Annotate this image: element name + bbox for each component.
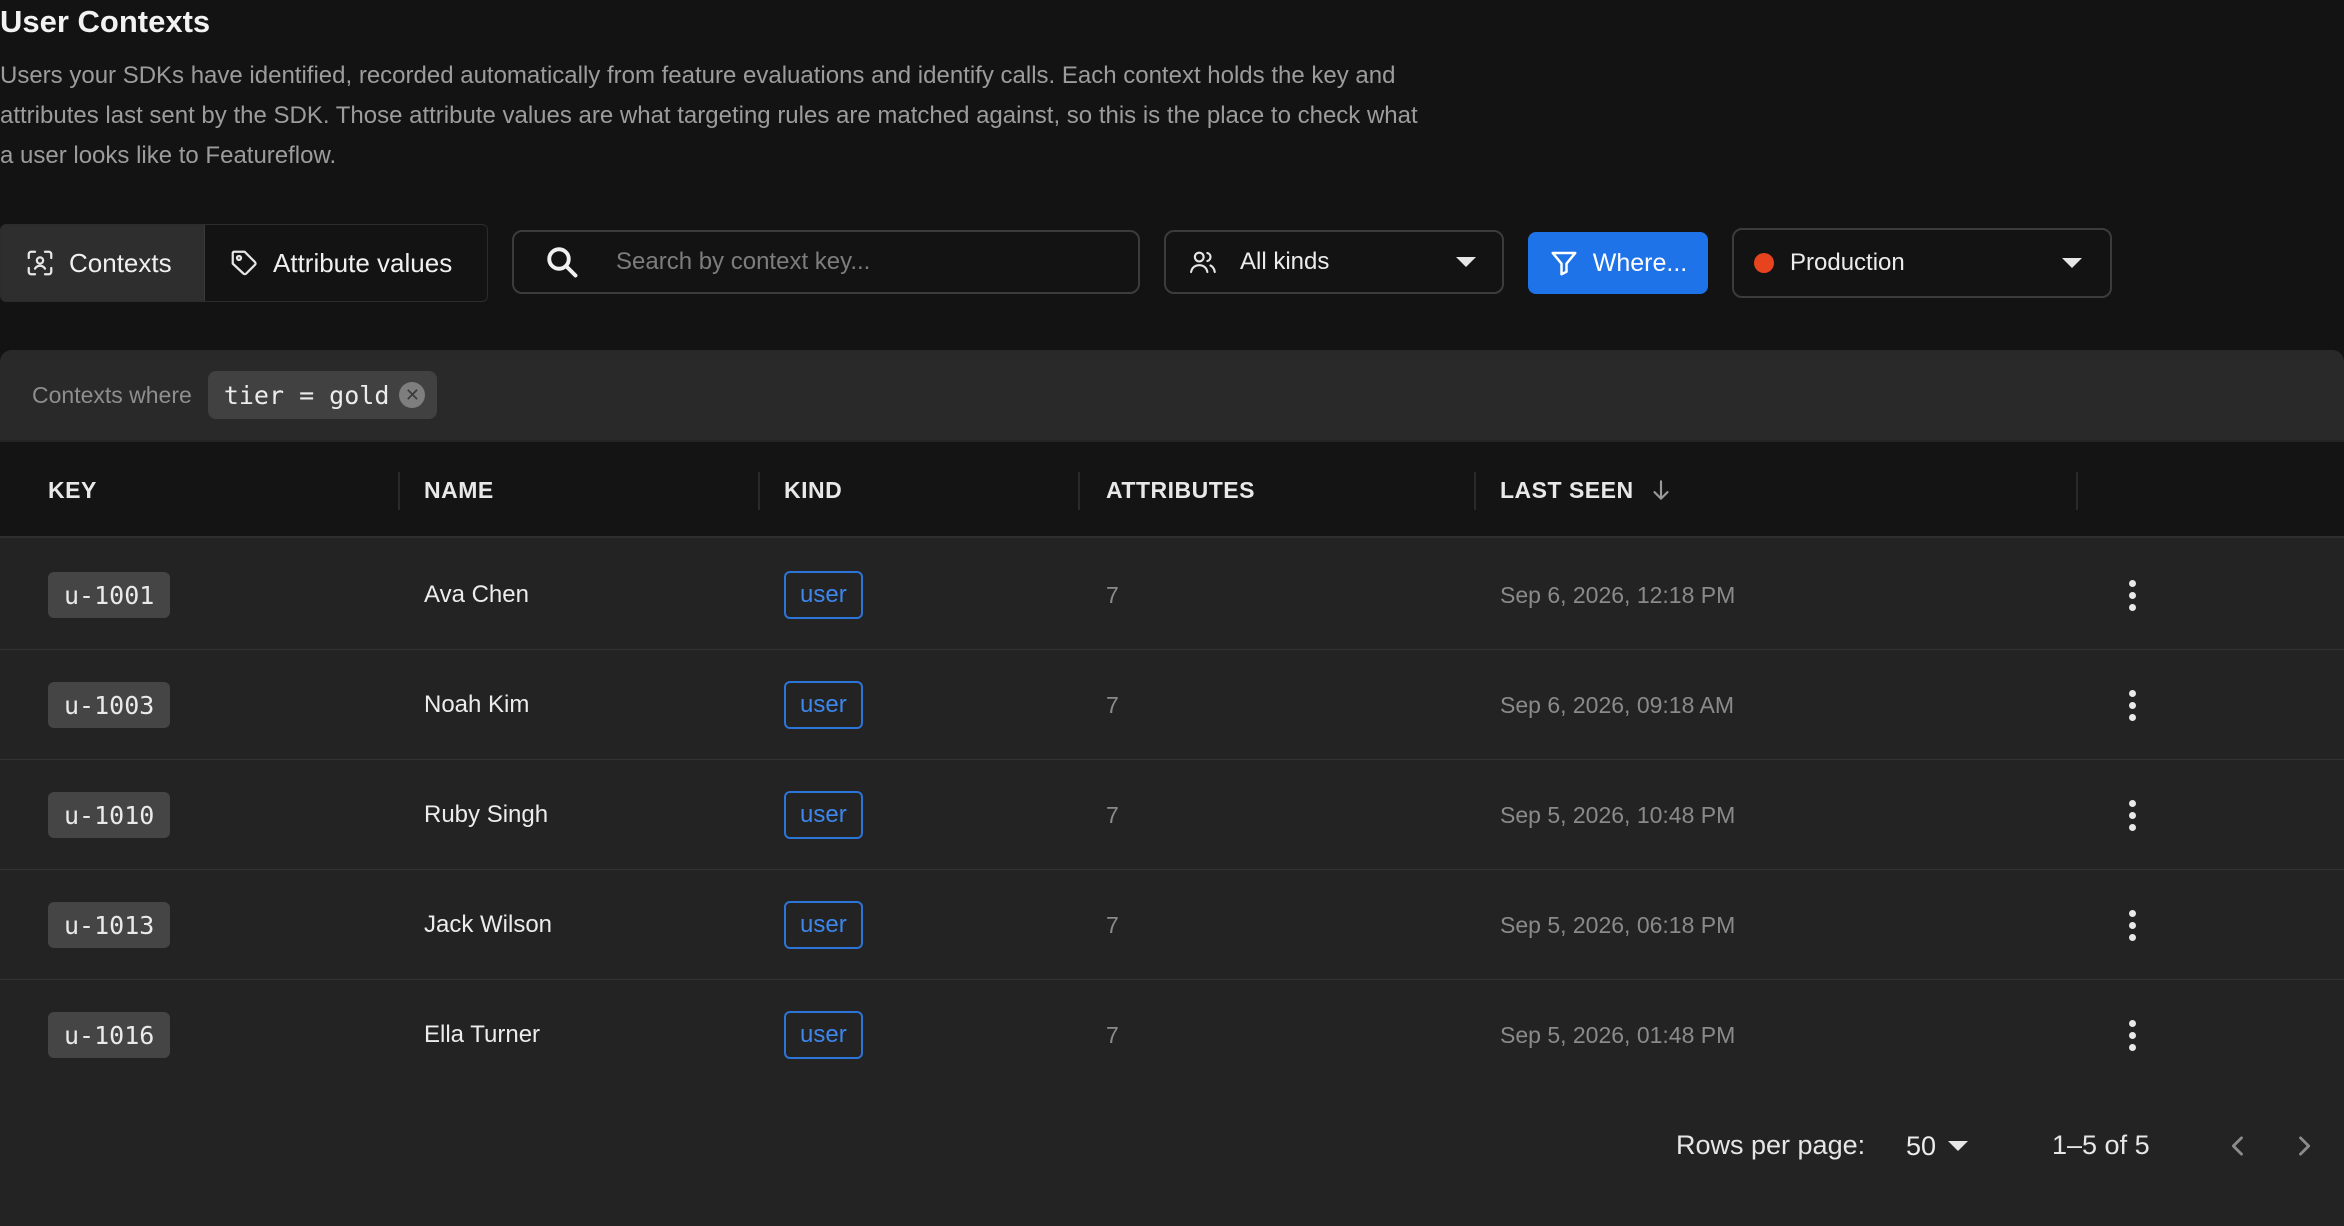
context-last-seen: Sep 5, 2026, 06:18 PM <box>1500 911 1736 938</box>
page-range: 1–5 of 5 <box>2052 1130 2150 1160</box>
previous-page-button[interactable] <box>2216 1124 2260 1168</box>
context-key: u-1016 <box>48 1012 171 1058</box>
row-actions-kebab-icon[interactable] <box>2112 575 2152 615</box>
context-last-seen: Sep 5, 2026, 10:48 PM <box>1500 801 1736 828</box>
context-kind-badge: user <box>784 1011 863 1059</box>
row-actions-kebab-icon[interactable] <box>2112 795 2152 835</box>
context-kind-badge: user <box>784 901 863 949</box>
column-header-kind[interactable]: KIND <box>784 442 842 538</box>
context-kind-badge: user <box>784 791 863 839</box>
column-divider <box>1474 472 1476 510</box>
remove-filter-icon[interactable]: ✕ <box>399 382 426 408</box>
filter-label: Contexts where <box>32 381 192 408</box>
table-row[interactable]: u-1003 Noah Kim user 7 Sep 6, 2026, 09:1… <box>0 650 2344 760</box>
context-key: u-1013 <box>48 902 171 948</box>
context-name: Ava Chen <box>424 581 529 608</box>
column-header-last-seen[interactable]: LAST SEEN <box>1500 442 1674 538</box>
chevron-down-icon <box>2062 258 2082 268</box>
context-kind-badge: user <box>784 681 863 729</box>
filter-funnel-icon <box>1551 251 1577 276</box>
where-button-label: Where... <box>1592 248 1688 277</box>
context-last-seen: Sep 6, 2026, 12:18 PM <box>1500 581 1736 608</box>
context-attribute-count: 7 <box>1106 581 1119 608</box>
pagination: Rows per page: 50 1–5 of 5 <box>0 1118 2344 1178</box>
view-tabs: Contexts Attribute values <box>0 224 488 302</box>
row-actions-kebab-icon[interactable] <box>2112 1015 2152 1055</box>
page-title: User Contexts <box>0 4 211 39</box>
context-key: u-1001 <box>48 572 171 618</box>
search-box <box>512 230 1140 294</box>
search-icon <box>547 247 578 278</box>
kind-filter-value: All kinds <box>1240 248 1330 275</box>
chevron-left-icon <box>2231 1136 2243 1156</box>
next-page-button[interactable] <box>2282 1124 2326 1168</box>
context-key: u-1003 <box>48 682 171 728</box>
environment-select[interactable]: Production <box>1732 228 2112 298</box>
context-attribute-count: 7 <box>1106 911 1119 938</box>
sort-descending-arrow-icon <box>1652 480 1669 500</box>
rows-per-page-label: Rows per page: <box>1676 1130 1866 1160</box>
tab-attribute-values[interactable]: Attribute values <box>205 225 487 301</box>
chevron-right-icon <box>2299 1136 2311 1156</box>
tag-icon <box>231 250 257 276</box>
column-header-last-seen-label: LAST SEEN <box>1500 476 1634 503</box>
where-filter-button[interactable]: Where... <box>1528 232 1708 294</box>
tab-contexts-label: Contexts <box>69 247 172 278</box>
context-attribute-count: 7 <box>1106 691 1119 718</box>
context-kind-badge: user <box>784 571 863 619</box>
active-filter-bar: Contexts where tier = gold ✕ <box>0 350 2344 440</box>
table-row[interactable]: u-1016 Ella Turner user 7 Sep 5, 2026, 0… <box>0 980 2344 1090</box>
page-description: Users your SDKs have identified, recorde… <box>0 62 1418 169</box>
column-divider <box>758 472 760 510</box>
kind-filter-select[interactable]: All kinds <box>1164 230 1504 294</box>
context-attribute-count: 7 <box>1106 801 1119 828</box>
tab-contexts[interactable]: Contexts <box>1 225 205 301</box>
table-row[interactable]: u-1010 Ruby Singh user 7 Sep 5, 2026, 10… <box>0 760 2344 870</box>
context-name: Jack Wilson <box>424 911 553 938</box>
search-input[interactable] <box>616 248 1096 276</box>
column-divider <box>2076 472 2078 510</box>
table-row[interactable]: u-1001 Ava Chen user 7 Sep 6, 2026, 12:1… <box>0 540 2344 650</box>
context-attribute-count: 7 <box>1106 1021 1119 1048</box>
context-name: Noah Kim <box>424 691 530 718</box>
chevron-down-icon <box>1456 257 1476 267</box>
tab-attribute-values-label: Attribute values <box>273 247 453 278</box>
rows-per-page-value: 50 <box>1906 1130 1937 1161</box>
contexts-panel: Contexts where tier = gold ✕ KEY NAME KI… <box>0 350 2344 1226</box>
column-divider <box>398 472 400 510</box>
filter-chip-text: tier = gold <box>223 380 390 410</box>
table-header: KEY NAME KIND ATTRIBUTES LAST SEEN <box>0 442 2344 538</box>
row-actions-kebab-icon[interactable] <box>2112 905 2152 945</box>
context-key: u-1010 <box>48 792 171 838</box>
column-divider <box>1078 472 1080 510</box>
context-last-seen: Sep 5, 2026, 01:48 PM <box>1500 1021 1736 1048</box>
environment-status-dot <box>1754 253 1774 273</box>
filter-chip: tier = gold ✕ <box>207 371 438 419</box>
rows-per-page-select[interactable]: 50 <box>1906 1124 1969 1168</box>
context-name: Ruby Singh <box>424 801 549 828</box>
users-icon <box>1190 251 1216 274</box>
context-last-seen: Sep 6, 2026, 09:18 AM <box>1500 691 1735 718</box>
chevron-down-icon <box>1948 1141 1969 1151</box>
table-row[interactable]: u-1013 Jack Wilson user 7 Sep 5, 2026, 0… <box>0 870 2344 980</box>
contexts-scan-icon <box>27 250 53 276</box>
environment-value: Production <box>1790 249 1905 276</box>
row-actions-kebab-icon[interactable] <box>2112 685 2152 725</box>
column-header-name[interactable]: NAME <box>424 442 494 538</box>
column-header-key[interactable]: KEY <box>48 442 97 538</box>
context-name: Ella Turner <box>424 1021 541 1048</box>
column-header-attributes[interactable]: ATTRIBUTES <box>1106 442 1255 538</box>
